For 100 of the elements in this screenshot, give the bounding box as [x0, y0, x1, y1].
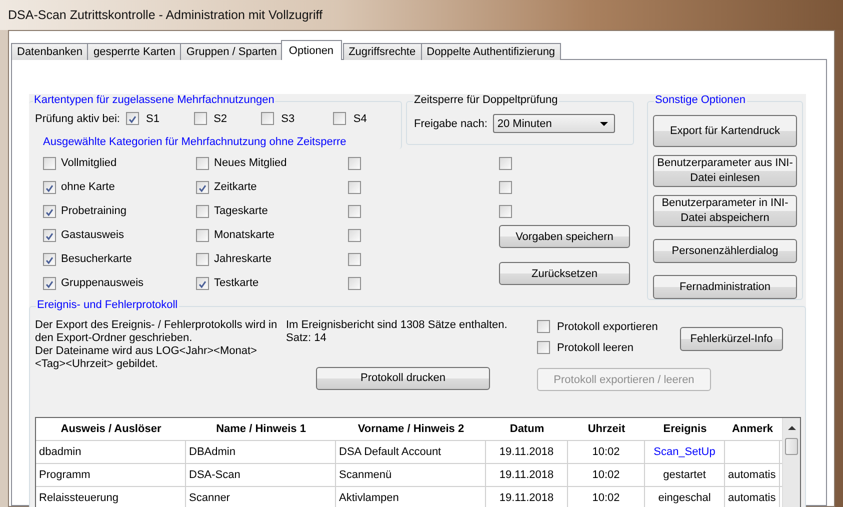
- column-header[interactable]: Datum: [486, 418, 568, 440]
- checkbox[interactable]: [43, 204, 56, 218]
- checkbox[interactable]: [194, 112, 207, 125]
- checkbox-label: Vollmitglied: [61, 157, 117, 169]
- checkbox-label: Protokoll exportieren: [557, 320, 658, 332]
- checkbox-label: Zeitkarte: [214, 181, 257, 193]
- checkbox-label: Probetraining: [61, 205, 126, 217]
- scroll-up-icon[interactable]: [788, 426, 796, 430]
- checkbox[interactable]: [537, 341, 550, 354]
- print-button[interactable]: Protokoll drucken: [316, 367, 490, 390]
- scrollbar[interactable]: [782, 418, 800, 507]
- checkbox[interactable]: [348, 180, 361, 194]
- checkbox[interactable]: [43, 252, 56, 266]
- column-header[interactable]: Anmerk: [725, 418, 780, 440]
- table-cell: Scanmenü: [336, 464, 486, 486]
- table-cell: 10:02: [568, 464, 645, 486]
- checkbox-label: Tageskarte: [214, 205, 268, 217]
- checkbox-label: Besucherkarte: [61, 253, 132, 265]
- checkbox-label: Protokoll leeren: [557, 342, 634, 354]
- tab[interactable]: Doppelte Authentifizierung: [420, 43, 562, 60]
- table-cell: automatis: [725, 464, 780, 486]
- checkbox[interactable]: [348, 204, 361, 218]
- checkbox[interactable]: [196, 204, 209, 218]
- info-button[interactable]: Fehlerkürzel-Info: [680, 327, 783, 351]
- checkbox-label: Gruppenausweis: [61, 277, 144, 289]
- tab[interactable]: gesperrte Karten: [87, 43, 182, 60]
- checkbox-label: S1: [146, 112, 160, 124]
- checkbox[interactable]: [43, 180, 56, 194]
- table-cell: DSA Default Account: [336, 441, 486, 463]
- checkbox[interactable]: [196, 156, 209, 170]
- checkbox-label: Monatskarte: [214, 229, 275, 241]
- checkbox[interactable]: [348, 252, 361, 266]
- description-text: Der Dateiname wird aus LOG<Jahr><Monat><Tag><Uhrzeit> gebildet.: [35, 345, 258, 371]
- table-cell: Scan_SetUp: [645, 441, 725, 463]
- checkbox-label: Gastausweis: [61, 229, 124, 241]
- checkbox[interactable]: [537, 320, 550, 333]
- check-mark-icon: [127, 113, 138, 126]
- table-cell: DSA-Scan: [186, 464, 336, 486]
- column-header[interactable]: Ausweis / Auslöser: [36, 418, 186, 440]
- checkbox-label: S2: [214, 112, 228, 124]
- description-text: Der Export des Ereignis- / Fehlerprotokolls wird in den Export-Ordner geschrieben.: [35, 319, 278, 345]
- checkbox[interactable]: [196, 180, 209, 194]
- checkbox[interactable]: [348, 156, 361, 170]
- push-button[interactable]: Vorgaben speichern: [499, 225, 630, 248]
- checkbox[interactable]: [43, 156, 56, 170]
- scrollbar-thumb[interactable]: [785, 438, 798, 455]
- table-cell: DBAdmin: [186, 441, 336, 463]
- checkbox[interactable]: [348, 228, 361, 242]
- checkbox[interactable]: [499, 204, 512, 218]
- group-title: Kartentypen für zugelassene Mehrfachnutzungen: [33, 94, 276, 106]
- table-cell: Scanner: [186, 487, 336, 507]
- checkbox[interactable]: [333, 112, 346, 125]
- push-button[interactable]: Benutzerparameter aus INI-Datei einlesen: [653, 155, 797, 187]
- column-header[interactable]: Uhrzeit: [568, 418, 645, 440]
- tab[interactable]: Zugriffsrechte: [342, 43, 422, 60]
- tab[interactable]: Gruppen / Sparten: [180, 43, 283, 60]
- column-header[interactable]: Ereignis: [645, 418, 725, 440]
- checkbox[interactable]: [499, 156, 512, 170]
- checkbox-label: S4: [353, 112, 367, 124]
- column-header[interactable]: Vorname / Hinweis 2: [336, 418, 486, 440]
- checkbox[interactable]: [196, 252, 209, 266]
- table-cell: automatis: [725, 487, 780, 507]
- push-button[interactable]: Zurücksetzen: [499, 262, 630, 285]
- column-header[interactable]: Name / Hinweis 1: [186, 418, 336, 440]
- table-cell: Aktivlampen: [336, 487, 486, 507]
- push-button[interactable]: Benutzerparameter in INI-Datei abspeichern: [653, 195, 797, 227]
- table-cell: 10:02: [568, 441, 645, 463]
- checkbox[interactable]: [348, 276, 361, 290]
- table-cell: Relaissteuerung: [36, 487, 186, 507]
- table-cell: gestartet: [645, 464, 725, 486]
- checkbox[interactable]: [43, 276, 56, 290]
- checkbox-label: S3: [281, 112, 295, 124]
- table-cell: 19.11.2018: [486, 464, 568, 486]
- record-index-text: Satz: 14: [286, 332, 328, 345]
- table-cell: 10:02: [568, 487, 645, 507]
- table-cell: 19.11.2018: [486, 441, 568, 463]
- tab[interactable]: Datenbanken: [11, 43, 88, 60]
- checkbox-label: Testkarte: [214, 277, 259, 289]
- checkbox[interactable]: [196, 228, 209, 242]
- checkbox[interactable]: [499, 180, 512, 194]
- table-cell: eingeschal: [645, 487, 725, 507]
- checkbox[interactable]: [43, 228, 56, 242]
- push-button[interactable]: Export für Kartendruck: [653, 115, 797, 147]
- field-label: Freigabe nach:: [414, 118, 488, 130]
- checkbox-label: Neues Mitglied: [214, 157, 287, 169]
- checkbox[interactable]: [196, 276, 209, 290]
- checkbox-label: Jahreskarte: [214, 253, 272, 265]
- checkbox[interactable]: [126, 112, 139, 125]
- group-title: Ereignis- und Fehlerprotokoll: [36, 299, 179, 311]
- push-button[interactable]: Fernadministration: [653, 275, 797, 299]
- window-title: DSA-Scan Zutrittskontrolle - Administration mit Vollzugriff: [8, 8, 322, 22]
- section-heading: Ausgewählte Kategorien für Mehrfachnutzung ohne Zeitsperre: [43, 136, 346, 148]
- group-title: Sonstige Optionen: [654, 94, 747, 106]
- table-cell: Programm: [36, 464, 186, 486]
- checkbox-label: ohne Karte: [61, 181, 115, 193]
- checkbox[interactable]: [261, 112, 274, 125]
- tab[interactable]: Optionen: [280, 40, 342, 60]
- group-title: Zeitsperre für Doppeltprüfung: [413, 94, 559, 106]
- push-button[interactable]: Personenzählerdialog: [653, 239, 797, 263]
- dropdown[interactable]: 20 Minuten: [493, 114, 616, 133]
